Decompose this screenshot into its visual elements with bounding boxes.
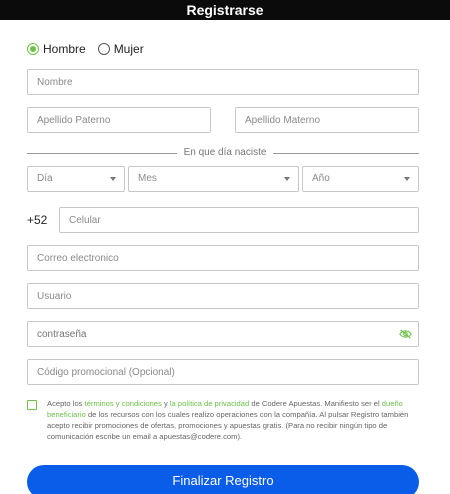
eye-slash-icon[interactable] bbox=[399, 329, 412, 339]
dob-label: En que día naciste bbox=[183, 147, 267, 158]
apellido-materno-input[interactable] bbox=[235, 107, 419, 133]
divider-left bbox=[27, 153, 177, 154]
year-select[interactable]: Año bbox=[302, 166, 419, 192]
header-bar: Registrarse bbox=[0, 0, 450, 20]
month-select[interactable]: Mes bbox=[128, 166, 299, 192]
terms-text-part: de Codere Apuestas. Manifiesto ser el bbox=[249, 399, 382, 408]
terms-link[interactable]: términos y condiciones bbox=[85, 399, 162, 408]
chevron-down-icon bbox=[284, 177, 290, 181]
gender-option-hombre[interactable]: Hombre bbox=[27, 42, 86, 56]
day-select-value: Día bbox=[37, 173, 53, 184]
nombre-input[interactable] bbox=[27, 69, 419, 95]
gender-radio-group: Hombre Mujer bbox=[27, 42, 156, 56]
chevron-down-icon bbox=[110, 177, 116, 181]
page-title: Registrarse bbox=[186, 2, 264, 18]
usuario-input[interactable] bbox=[27, 283, 419, 309]
terms-text-part: y bbox=[161, 399, 170, 408]
gender-label-mujer: Mujer bbox=[113, 42, 144, 56]
terms-text-part: Acepto los bbox=[47, 399, 85, 408]
gender-label-hombre: Hombre bbox=[43, 42, 86, 56]
radio-hombre[interactable] bbox=[27, 43, 39, 55]
radio-mujer[interactable] bbox=[97, 43, 110, 55]
divider-right bbox=[273, 153, 419, 154]
promo-code-input[interactable] bbox=[27, 359, 419, 385]
year-select-value: Año bbox=[312, 173, 330, 184]
phone-prefix: +52 bbox=[27, 213, 48, 227]
terms-text: Acepto los términos y condiciones y la p… bbox=[47, 398, 422, 442]
password-field-wrapper bbox=[27, 321, 419, 347]
email-field[interactable] bbox=[27, 245, 419, 271]
day-select[interactable]: Día bbox=[27, 166, 125, 192]
gender-option-mujer[interactable]: Mujer bbox=[97, 42, 144, 56]
terms-text-part: de los recursos con los cuales realizo o… bbox=[47, 410, 409, 441]
finalizar-registro-button[interactable]: Finalizar Registro bbox=[27, 465, 419, 494]
chevron-down-icon bbox=[404, 177, 410, 181]
password-input[interactable] bbox=[28, 322, 388, 346]
terms-checkbox[interactable] bbox=[27, 400, 37, 410]
celular-input[interactable] bbox=[59, 207, 419, 233]
month-select-value: Mes bbox=[138, 173, 157, 184]
privacy-policy-link[interactable]: la política de privacidad bbox=[170, 399, 249, 408]
apellido-paterno-input[interactable] bbox=[27, 107, 211, 133]
